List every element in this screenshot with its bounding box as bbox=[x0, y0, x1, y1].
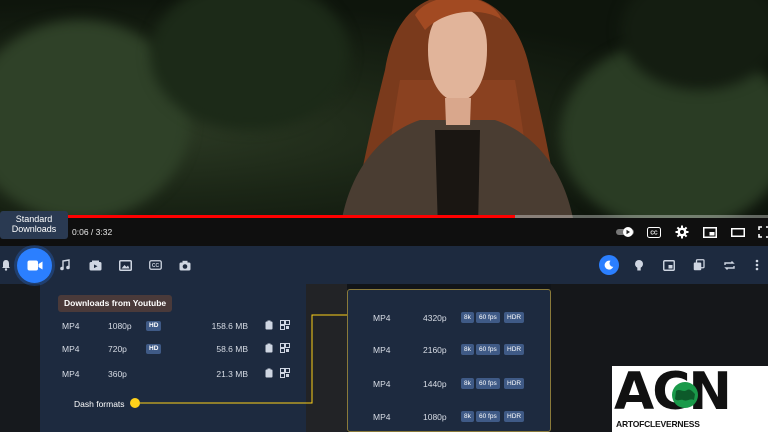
svg-text:CC: CC bbox=[650, 230, 658, 236]
row-format: MP4 bbox=[62, 321, 80, 331]
standard-downloads-tooltip: Standard Downloads bbox=[0, 211, 68, 239]
tag-8k: 8k bbox=[461, 344, 474, 355]
repeat-icon[interactable] bbox=[721, 257, 737, 273]
tag-fps: 60 fps bbox=[476, 378, 500, 389]
tag-hdr: HDR bbox=[504, 344, 525, 355]
tag-fps: 60 fps bbox=[476, 411, 500, 422]
row-format: MP4 bbox=[373, 345, 391, 355]
screen: Standard Downloads 0:06 / 3:32 CC CC Dow… bbox=[0, 0, 768, 432]
lightbulb-icon[interactable] bbox=[631, 257, 647, 273]
row-resolution: 1080p bbox=[423, 412, 447, 422]
row-format: MP4 bbox=[62, 369, 80, 379]
svg-text:CC: CC bbox=[151, 263, 159, 269]
player-controls: 0:06 / 3:32 CC bbox=[0, 218, 768, 246]
theater-mode-icon[interactable] bbox=[730, 224, 746, 240]
stripe-left bbox=[0, 284, 40, 432]
logo-subtitle: ARTOFCLEVERNESS bbox=[616, 419, 700, 429]
music-note-icon[interactable] bbox=[57, 257, 73, 273]
person-figure bbox=[342, 0, 573, 218]
row-format: MP4 bbox=[62, 344, 80, 354]
video-download-icon[interactable] bbox=[87, 257, 103, 273]
dash-row[interactable]: MP4 1440p 8k 60 fps HDR bbox=[347, 377, 551, 391]
row-resolution: 1440p bbox=[423, 379, 447, 389]
tag-fps: 60 fps bbox=[476, 344, 500, 355]
row-resolution: 1080p bbox=[108, 321, 132, 331]
dash-formats-dot[interactable] bbox=[130, 398, 140, 408]
tag-8k: 8k bbox=[461, 378, 474, 389]
camera-icon[interactable] bbox=[177, 257, 193, 273]
dark-mode-button[interactable] bbox=[599, 255, 619, 275]
more-icon[interactable] bbox=[749, 257, 765, 273]
subtitles-icon[interactable]: CC bbox=[147, 257, 163, 273]
row-format: MP4 bbox=[373, 412, 391, 422]
row-format: MP4 bbox=[373, 379, 391, 389]
tag-hdr: HDR bbox=[504, 411, 525, 422]
tag-hdr: HDR bbox=[504, 312, 525, 323]
image-icon[interactable] bbox=[117, 257, 133, 273]
time-display: 0:06 / 3:32 bbox=[72, 227, 113, 237]
connector-line bbox=[140, 314, 348, 404]
bell-icon[interactable] bbox=[0, 257, 14, 273]
dash-formats-label[interactable]: Dash formats bbox=[74, 399, 125, 409]
video-camera-icon bbox=[27, 260, 42, 271]
picture-in-picture-icon[interactable] bbox=[661, 257, 677, 273]
row-resolution: 4320p bbox=[423, 313, 447, 323]
row-resolution: 720p bbox=[108, 344, 127, 354]
video-frame[interactable] bbox=[0, 0, 768, 218]
standard-downloads-button[interactable] bbox=[17, 248, 52, 283]
settings-gear-icon[interactable] bbox=[674, 224, 690, 240]
fullscreen-icon[interactable] bbox=[756, 224, 768, 240]
globe-icon bbox=[672, 382, 698, 408]
dash-row[interactable]: MP4 2160p 8k 60 fps HDR bbox=[347, 343, 551, 357]
moon-icon bbox=[604, 260, 614, 270]
dash-row[interactable]: MP4 4320p 8k 60 fps HDR bbox=[347, 311, 551, 325]
tag-8k: 8k bbox=[461, 411, 474, 422]
tag-8k: 8k bbox=[461, 312, 474, 323]
artofcleverness-logo: ACN ARTOFCLEVERNESS bbox=[612, 364, 768, 432]
tooltip-line-1: Standard bbox=[15, 214, 53, 224]
copy-icon[interactable] bbox=[691, 257, 707, 273]
row-format: MP4 bbox=[373, 313, 391, 323]
dash-row[interactable]: MP4 1080p 8k 60 fps HDR bbox=[347, 410, 551, 424]
tag-fps: 60 fps bbox=[476, 312, 500, 323]
row-resolution: 360p bbox=[108, 369, 127, 379]
row-resolution: 2160p bbox=[423, 345, 447, 355]
miniplayer-icon[interactable] bbox=[702, 224, 718, 240]
tag-hdr: HDR bbox=[504, 378, 525, 389]
captions-icon[interactable]: CC bbox=[646, 224, 662, 240]
autoplay-toggle-icon[interactable] bbox=[615, 224, 635, 240]
extension-toolbar: CC bbox=[0, 246, 768, 284]
tooltip-line-2: Downloads bbox=[11, 224, 57, 234]
